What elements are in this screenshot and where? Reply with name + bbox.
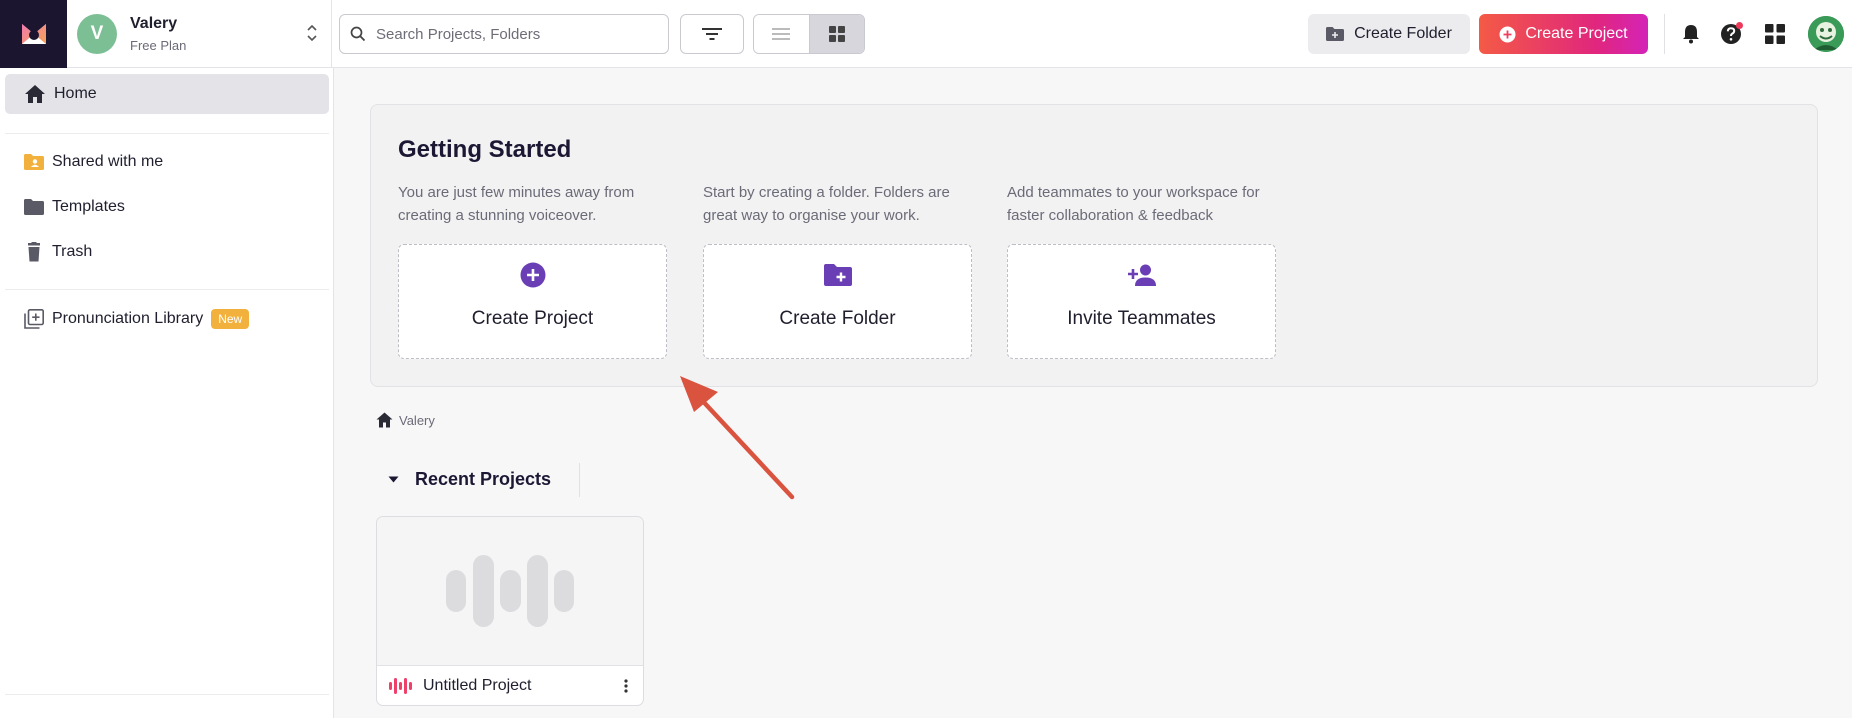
gs-action-label: Create Project [471, 308, 594, 329]
filter-button[interactable] [680, 14, 744, 54]
folder-icon [24, 199, 44, 215]
avatar-image-icon [1808, 16, 1844, 52]
user-avatar[interactable] [1808, 16, 1844, 52]
sidebar-item-trash[interactable]: Trash [5, 232, 329, 272]
breadcrumb: Valery [376, 412, 435, 428]
gs-invite-teammates-card[interactable]: Invite Teammates [1007, 244, 1276, 359]
bell-icon [1683, 25, 1699, 44]
list-view-icon [772, 28, 791, 40]
getting-started-panel: Getting Started You are just few minutes… [370, 104, 1818, 387]
apps-button[interactable] [1762, 21, 1788, 47]
sidebar-divider [5, 133, 329, 134]
plus-circle-icon [520, 262, 545, 288]
sidebar-item-label: Shared with me [52, 153, 164, 170]
folder-plus-icon [1326, 27, 1345, 41]
workspace-switcher[interactable]: V Valery Free Plan [67, 0, 332, 68]
sidebar-item-shared[interactable]: Shared with me [5, 142, 329, 182]
getting-started-title: Getting Started [398, 136, 572, 163]
audio-project-icon [389, 678, 412, 694]
grid-view-icon [828, 26, 845, 42]
gs-create-folder-card[interactable]: Create Folder [703, 244, 972, 359]
breadcrumb-item[interactable]: Valery [399, 413, 435, 428]
sidebar-item-label: Home [54, 85, 97, 102]
caret-down-icon [388, 476, 399, 483]
sidebar-item-pronunciation-library[interactable]: Pronunciation Library New [5, 299, 329, 339]
shared-folder-icon [24, 154, 44, 170]
plus-circle-icon [1499, 26, 1516, 42]
logo-icon [21, 24, 46, 44]
toolbar-divider [1664, 14, 1665, 54]
person-add-icon [1127, 264, 1156, 286]
notification-dot [1736, 22, 1743, 29]
app-logo[interactable] [0, 0, 67, 68]
search-icon [350, 26, 366, 42]
gs-action-label: Create Folder [779, 308, 896, 329]
recent-projects-toggle[interactable]: Recent Projects [388, 469, 551, 490]
project-thumbnail[interactable] [377, 517, 643, 666]
search-input[interactable] [376, 25, 656, 43]
sidebar-item-label: Templates [52, 198, 125, 215]
grid-view-button[interactable] [808, 15, 864, 53]
create-project-label: Create Project [1525, 25, 1628, 42]
create-folder-label: Create Folder [1354, 25, 1452, 42]
create-folder-button[interactable]: Create Folder [1308, 14, 1470, 54]
waveform-icon [446, 555, 574, 627]
project-menu-button[interactable] [621, 676, 631, 696]
recent-divider [579, 463, 580, 497]
recent-projects-title: Recent Projects [415, 469, 552, 489]
search-box[interactable] [339, 14, 669, 54]
home-icon [25, 85, 45, 103]
top-bar: V Valery Free Plan Search Projects, Fold… [0, 0, 1852, 68]
workspace-name: Valery [130, 15, 178, 32]
list-view-button[interactable] [754, 15, 809, 53]
new-badge: New [211, 309, 250, 329]
gs-action-label: Invite Teammates [1067, 308, 1216, 329]
home-icon[interactable] [376, 412, 393, 428]
sidebar-item-home[interactable]: Home [5, 74, 329, 114]
gs-create-project-card[interactable]: Create Project [398, 244, 667, 359]
sidebar-divider [5, 289, 329, 290]
sidebar-item-label: Pronunciation Library [52, 310, 204, 327]
getting-started-description: You are just few minutes away from creat… [398, 184, 635, 224]
library-icon [24, 309, 44, 329]
apps-grid-icon [1765, 24, 1785, 44]
project-name: Untitled Project [423, 677, 532, 694]
workspace-plan: Free Plan [130, 38, 187, 53]
sidebar: Home Shared with me Templates Trash Pron… [0, 68, 334, 718]
project-card[interactable]: Untitled Project [376, 516, 644, 706]
filter-icon [702, 28, 722, 40]
more-vertical-icon [624, 679, 628, 693]
folder-plus-icon [823, 264, 852, 286]
view-toggle [753, 14, 865, 54]
sidebar-footer-divider [5, 694, 329, 695]
create-project-button[interactable]: Create Project [1479, 14, 1648, 54]
workspace-avatar: V [77, 14, 117, 54]
help-button[interactable] [1718, 21, 1744, 47]
sidebar-item-label: Trash [52, 243, 93, 260]
getting-started-description: Start by creating a folder. Folders are … [703, 184, 950, 224]
sidebar-item-templates[interactable]: Templates [5, 187, 329, 227]
getting-started-description: Add teammates to your workspace for fast… [1007, 184, 1260, 224]
trash-icon [28, 242, 40, 262]
notifications-button[interactable] [1678, 21, 1704, 47]
annotation-arrow-icon [680, 376, 795, 500]
chevron-up-down-icon [307, 24, 317, 42]
